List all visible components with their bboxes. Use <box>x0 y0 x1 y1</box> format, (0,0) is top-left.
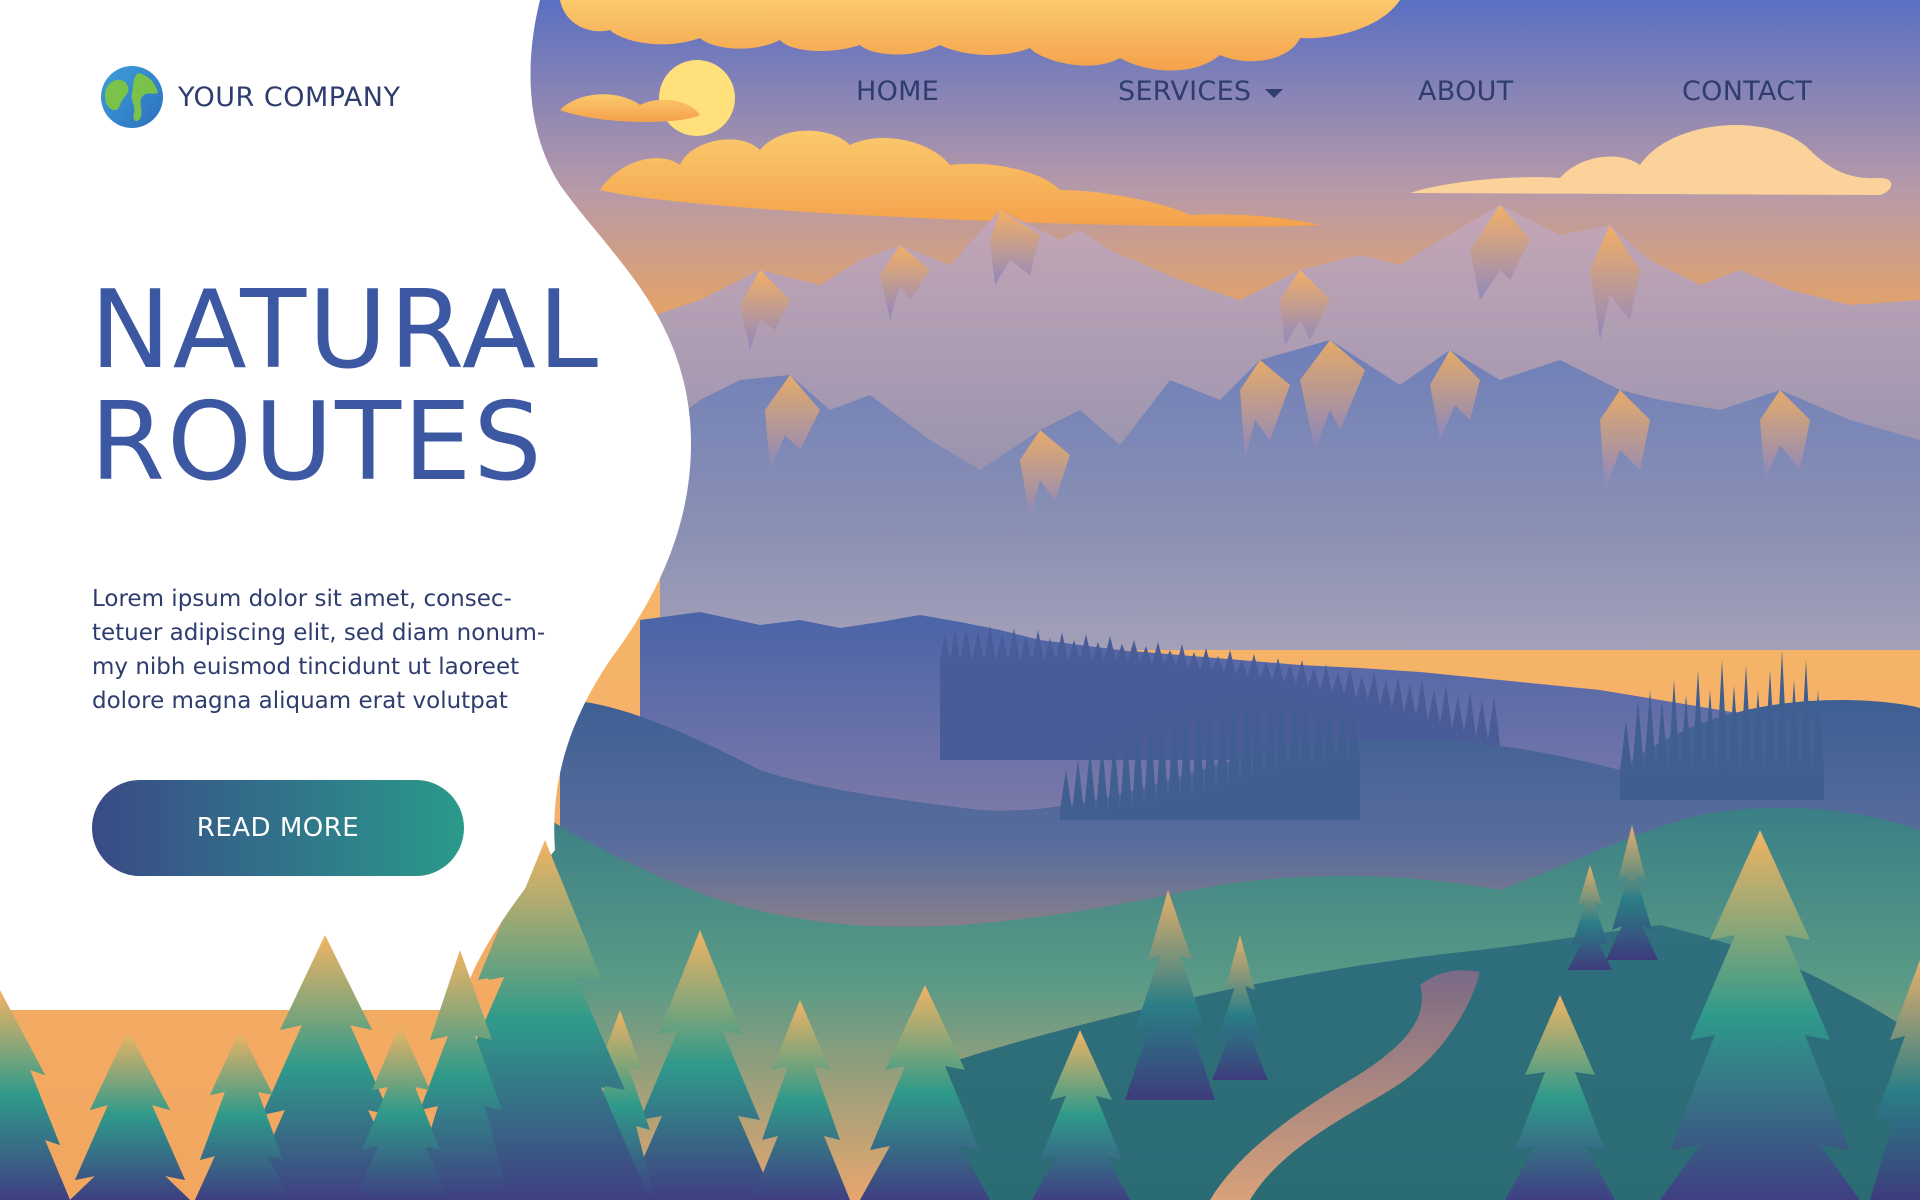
sun <box>659 60 735 136</box>
hero-description-line: my nibh euismod tincidunt ut laoreet <box>92 654 520 680</box>
nav-services-label: SERVICES <box>1118 76 1252 107</box>
page-title: NATURAL ROUTES <box>90 275 600 499</box>
read-more-button[interactable]: READ MORE <box>92 780 464 876</box>
hero-description: Lorem ipsum dolor sit amet, consec- tetu… <box>92 582 582 718</box>
page-title-line-1: NATURAL <box>90 268 601 393</box>
nav-services[interactable]: SERVICES <box>1118 76 1284 107</box>
globe-icon <box>101 66 163 128</box>
chevron-down-icon <box>1265 89 1284 98</box>
hero-description-line: dolore magna aliquam erat volutpat <box>92 688 508 714</box>
nav-home[interactable]: HOME <box>856 76 939 107</box>
page-title-line-2: ROUTES <box>90 380 544 505</box>
brand-name: YOUR COMPANY <box>178 81 401 113</box>
hero-description-line: tetuer adipiscing elit, sed diam nonum- <box>92 620 546 646</box>
nav-contact[interactable]: CONTACT <box>1682 76 1812 107</box>
brand-logo[interactable]: YOUR COMPANY <box>100 65 401 129</box>
nav-about[interactable]: ABOUT <box>1418 76 1514 107</box>
hero-description-line: Lorem ipsum dolor sit amet, consec- <box>92 586 512 612</box>
